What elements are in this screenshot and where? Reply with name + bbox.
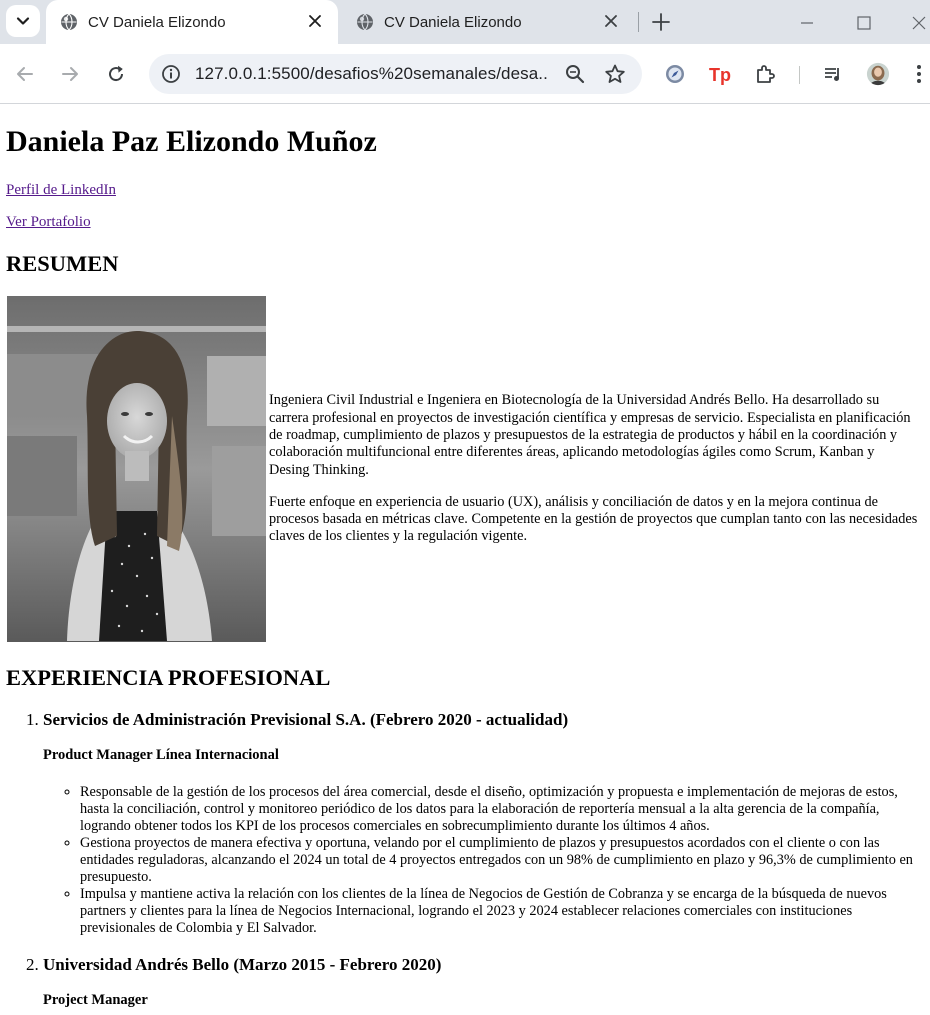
close-icon[interactable] (602, 12, 620, 30)
svg-text:Tp: Tp (709, 65, 731, 85)
browser-toolbar: 127.0.0.1:5500/desafios%20semanales/desa… (0, 44, 930, 104)
profile-photo (7, 296, 266, 642)
page-content: Daniela Paz Elizondo Muñoz Perfil de Lin… (0, 105, 930, 1015)
resumen-paragraph: Ingeniera Civil Industrial e Ingeniera e… (269, 392, 911, 478)
url-text[interactable]: 127.0.0.1:5500/desafios%20semanales/desa… (195, 64, 547, 84)
duties-list: Responsable de la gestión de los proceso… (43, 784, 924, 937)
maximize-icon[interactable] (853, 12, 875, 34)
tab-strip: CV Daniela Elizondo CV Daniela Elizondo (0, 0, 930, 44)
site-info-icon[interactable] (161, 64, 181, 84)
tab-search-button[interactable] (6, 5, 40, 37)
job-company: Servicios de Administración Previsional … (43, 710, 569, 729)
job-item: Servicios de Administración Previsional … (43, 709, 924, 937)
tp-extension-icon[interactable]: Tp (708, 62, 732, 86)
job-role: Product Manager Línea Internacional (43, 747, 279, 763)
tab-active[interactable]: CV Daniela Elizondo (46, 0, 338, 44)
globe-icon (61, 13, 77, 31)
forward-icon[interactable] (59, 63, 81, 85)
resumen-paragraph: Fuerte enfoque en experiencia de usuario… (269, 493, 918, 545)
toolbar-divider (799, 66, 800, 84)
portfolio-link[interactable]: Ver Portafolio (6, 214, 924, 231)
minimize-icon[interactable] (796, 12, 818, 34)
browser-menu-icon[interactable] (912, 62, 926, 86)
zoom-icon[interactable] (564, 63, 586, 85)
job-role: Project Manager (43, 992, 148, 1008)
resumen-heading: RESUMEN (6, 251, 119, 276)
duty-item: Impulsa y mantiene activa la relación co… (80, 886, 924, 937)
cv-name: Daniela Paz Elizondo Muñoz (6, 125, 377, 158)
duty-item: Gestiona proyectos de manera efectiva y … (80, 835, 924, 886)
new-tab-icon[interactable] (650, 11, 672, 33)
media-queue-icon[interactable] (821, 62, 845, 86)
job-item: Universidad Andrés Bello (Marzo 2015 - F… (43, 954, 924, 1009)
bookmark-star-icon[interactable] (604, 63, 626, 85)
window-close-icon[interactable] (908, 12, 930, 34)
chevron-down-icon (16, 17, 30, 25)
back-icon[interactable] (14, 63, 36, 85)
resumen-text: Ingeniera Civil Industrial e Ingeniera e… (266, 392, 918, 545)
reload-icon[interactable] (105, 63, 127, 85)
tab-title: CV Daniela Elizondo (384, 13, 522, 31)
linkedin-link[interactable]: Perfil de LinkedIn (6, 182, 924, 199)
duty-item: Responsable de la gestión de los proceso… (80, 784, 924, 835)
globe-icon (357, 13, 373, 31)
job-company: Universidad Andrés Bello (Marzo 2015 - F… (43, 955, 442, 974)
tab-inactive[interactable]: CV Daniela Elizondo (344, 0, 634, 44)
resumen-section: Ingeniera Civil Industrial e Ingeniera e… (6, 296, 924, 642)
address-bar[interactable]: 127.0.0.1:5500/desafios%20semanales/desa… (149, 54, 642, 94)
experiencia-heading: EXPERIENCIA PROFESIONAL (6, 665, 331, 690)
compass-extension-icon[interactable] (663, 62, 687, 86)
tab-divider (638, 12, 639, 32)
close-icon[interactable] (306, 12, 324, 30)
tab-title: CV Daniela Elizondo (88, 13, 226, 31)
jobs-list: Servicios de Administración Previsional … (6, 709, 924, 1009)
extensions-puzzle-icon[interactable] (753, 62, 777, 86)
profile-avatar[interactable] (866, 62, 890, 86)
